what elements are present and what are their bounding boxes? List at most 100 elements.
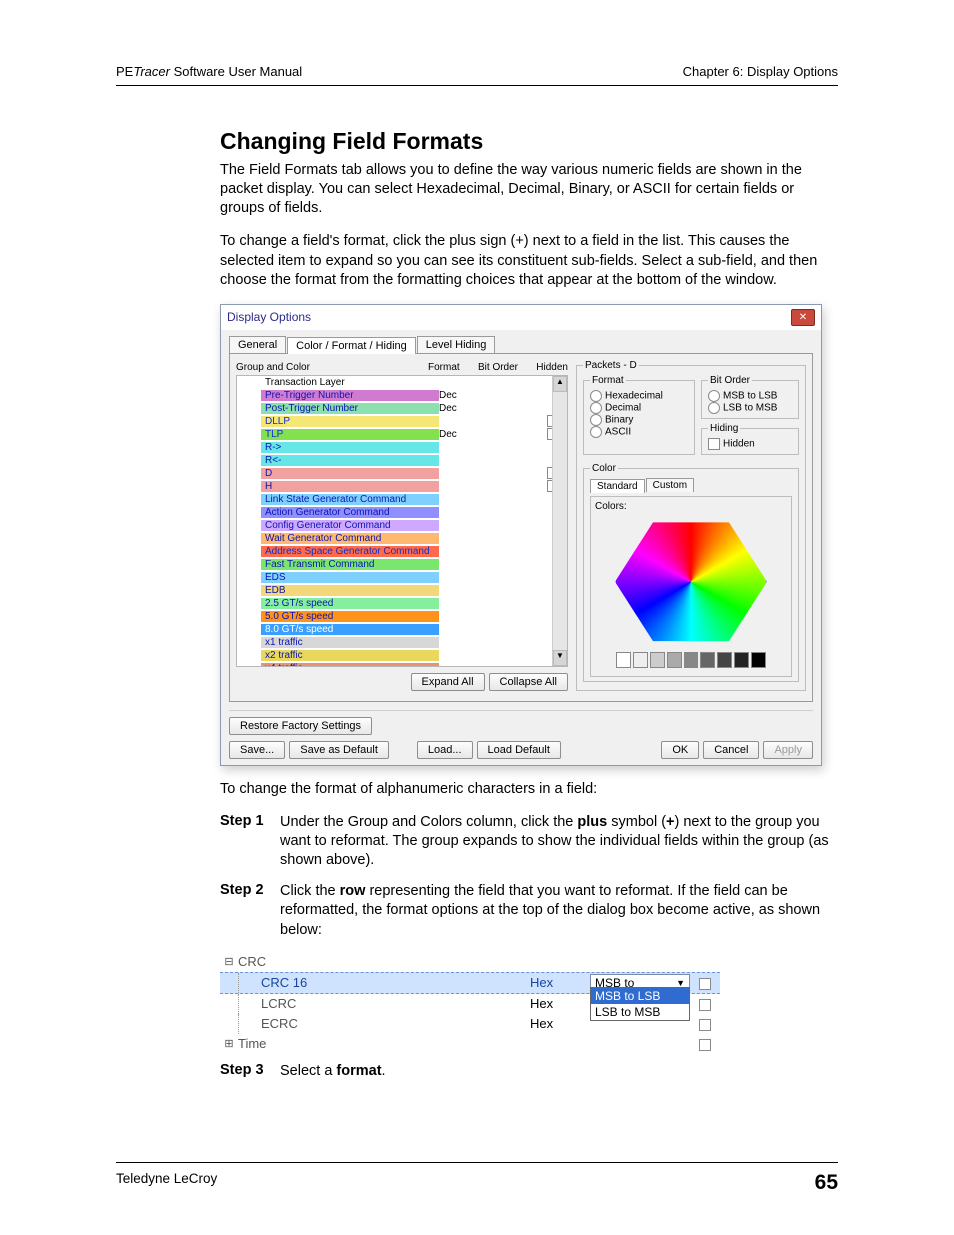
tree-row-label: x4 traffic [261,663,439,667]
tree-row[interactable]: R-> [237,441,567,454]
snippet-row-lcrc[interactable]: LCRC Hex MSB to LSB LSB to MSB [220,994,720,1014]
tree-list[interactable]: Transaction LayerPre-Trigger NumberDecPo… [236,375,568,667]
intro-para-2: To change a field's format, click the pl… [220,232,838,289]
load-default-button[interactable]: Load Default [477,741,561,759]
color-tabs: Standard Custom [590,478,792,492]
tree-row[interactable]: D [237,467,567,480]
tree-row[interactable]: 5.0 GT/s speed [237,610,567,623]
tree-row[interactable]: DLLP [237,415,567,428]
hiding-fieldset: Hiding Hidden [701,423,799,455]
tree-row-label: Config Generator Command [261,520,439,531]
tree-row[interactable]: Pre-Trigger NumberDec [237,389,567,402]
tree-row-label: DLLP [261,416,439,427]
dd-opt-msb[interactable]: MSB to LSB [591,988,689,1004]
tree-row[interactable]: x4 traffic [237,662,567,667]
collapse-all-button[interactable]: Collapse All [489,673,568,691]
radio-icon [590,390,602,402]
color-fieldset: Color Standard Custom Colors: [583,463,799,682]
snippet-root[interactable]: ⊟ CRC [220,952,720,972]
tree-row[interactable]: Transaction Layer [237,376,567,389]
tree-row-format: Dec [439,390,489,401]
radio-icon [590,414,602,426]
page-header: PETracer Software User Manual Chapter 6:… [116,64,838,86]
tree-row[interactable]: H [237,480,567,493]
header-rest: Software User Manual [170,64,302,79]
tree-row[interactable]: Config Generator Command [237,519,567,532]
crc-snippet: ⊟ CRC CRC 16 Hex MSB to ▼ LCRC H [220,952,720,1054]
format-opt-dec[interactable]: Decimal [590,402,688,414]
tree-row[interactable]: Wait Generator Command [237,532,567,545]
tree-row-label: 5.0 GT/s speed [261,611,439,622]
snippet-next-group[interactable]: ⊞ Time [220,1034,720,1054]
bitorder-opt-msb[interactable]: MSB to LSB [708,390,792,402]
packets-legend: Packets - D [583,360,639,371]
step-3-label: Step 3 [220,1062,280,1081]
tree-row[interactable]: x2 traffic [237,649,567,662]
tab-general[interactable]: General [229,336,286,353]
scroll-up-icon[interactable]: ▲ [553,376,567,392]
step-2: Step 2 Click the row representing the fi… [220,882,838,939]
tree-row[interactable]: Address Space Generator Command [237,545,567,558]
checkbox-icon[interactable] [699,978,711,990]
tree-row-label: Wait Generator Command [261,533,439,544]
save-default-button[interactable]: Save as Default [289,741,389,759]
restore-factory-button[interactable]: Restore Factory Settings [229,717,372,735]
tab-color-format-hiding[interactable]: Color / Format / Hiding [287,337,416,354]
tree-collapse-icon[interactable]: ⊟ [220,955,238,968]
section-title: Changing Field Formats [220,128,838,155]
tree-row[interactable]: x1 traffic [237,636,567,649]
step-1-label: Step 1 [220,813,280,870]
tree-row-label: D [261,468,439,479]
page-number: 65 [815,1171,838,1195]
tab-panel: Group and Color Format Bit Order Hidden … [229,353,813,702]
tree-row[interactable]: Action Generator Command [237,506,567,519]
tab-level-hiding[interactable]: Level Hiding [417,336,496,353]
checkbox-icon [708,438,720,450]
tree-row[interactable]: EDB [237,584,567,597]
packets-fieldset: Packets - D Format Hexadecimal Decimal B… [576,360,806,691]
expand-all-button[interactable]: Expand All [411,673,485,691]
tree-row-label: Transaction Layer [261,377,439,388]
bitorder-opt-lsb[interactable]: LSB to MSB [708,402,792,414]
scrollbar[interactable]: ▲ ▼ [552,376,567,666]
tree-row[interactable]: Link State Generator Command [237,493,567,506]
dialog-title: Display Options [227,310,311,324]
display-options-dialog: Display Options ✕ General Color / Format… [220,304,822,766]
checkbox-icon[interactable] [699,1019,711,1031]
tree-expand-icon[interactable]: ⊞ [220,1037,238,1050]
ok-button[interactable]: OK [661,741,699,759]
close-icon[interactable]: ✕ [791,309,815,326]
apply-button[interactable]: Apply [763,741,813,759]
tree-row-label: x2 traffic [261,650,439,661]
checkbox-icon[interactable] [699,1039,711,1051]
dialog-button-row: Restore Factory Settings Save... Save as… [229,710,813,765]
tree-row[interactable]: R<- [237,454,567,467]
format-opt-hex[interactable]: Hexadecimal [590,390,688,402]
tree-row[interactable]: Post-Trigger NumberDec [237,402,567,415]
tree-row[interactable]: TLPDec [237,428,567,441]
tree-row-label: Address Space Generator Command [261,546,439,557]
format-fieldset: Format Hexadecimal Decimal Binary ASCII [583,375,695,455]
save-button[interactable]: Save... [229,741,285,759]
color-tab-custom[interactable]: Custom [646,478,694,492]
checkbox-icon[interactable] [699,999,711,1011]
scroll-down-icon[interactable]: ▼ [553,650,567,666]
tree-row-label: Action Generator Command [261,507,439,518]
tree-row-label: Link State Generator Command [261,494,439,505]
bitorder-dropdown-list[interactable]: MSB to LSB LSB to MSB [590,987,690,1021]
format-opt-ascii[interactable]: ASCII [590,426,688,438]
tree-row[interactable]: EDS [237,571,567,584]
hiding-checkbox[interactable]: Hidden [708,438,792,450]
color-tab-standard[interactable]: Standard [590,479,645,493]
tree-row[interactable]: Fast Transmit Command [237,558,567,571]
color-picker-hexagon[interactable] [615,516,767,648]
step-1: Step 1 Under the Group and Colors column… [220,813,838,870]
tree-row[interactable]: 2.5 GT/s speed [237,597,567,610]
dd-opt-lsb[interactable]: LSB to MSB [591,1004,689,1020]
cancel-button[interactable]: Cancel [703,741,759,759]
radio-icon [708,390,720,402]
format-opt-bin[interactable]: Binary [590,414,688,426]
tree-row[interactable]: 8.0 GT/s speed [237,623,567,636]
grayscale-row[interactable] [616,652,766,668]
load-button[interactable]: Load... [417,741,473,759]
